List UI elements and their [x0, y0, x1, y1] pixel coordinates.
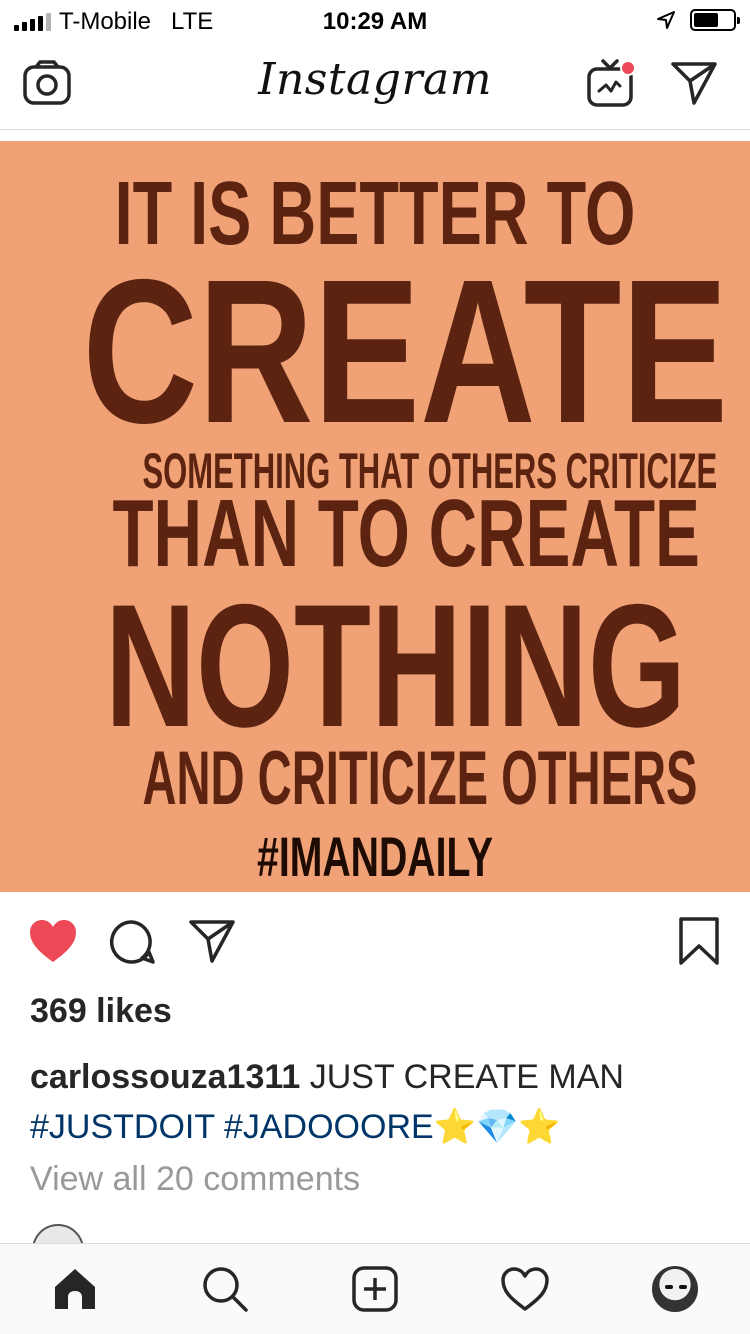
- bottom-tab-bar: [0, 1243, 750, 1334]
- profile-avatar: [652, 1266, 698, 1312]
- hashtag-link[interactable]: #JADOOORE: [224, 1108, 434, 1146]
- status-right: [656, 9, 740, 31]
- instagram-logo: Instagram: [258, 54, 492, 105]
- tab-activity[interactable]: [500, 1264, 550, 1314]
- location-arrow-icon: [657, 11, 675, 29]
- activity-heart-icon: [501, 1267, 549, 1311]
- post-actions: [0, 912, 750, 972]
- quote-line: THAN TO CREATE: [112, 480, 700, 587]
- tab-profile[interactable]: [650, 1264, 700, 1314]
- hashtag-link[interactable]: #JUSTDOIT: [30, 1108, 215, 1146]
- share-icon[interactable]: [188, 918, 236, 964]
- gem-emoji: 💎: [476, 1107, 519, 1147]
- caption-username[interactable]: carlossouza1311: [30, 1058, 300, 1096]
- quote-line: NOTHING: [105, 569, 686, 764]
- tab-new-post[interactable]: [350, 1264, 400, 1314]
- quote-hashtag: #IMANDAILY: [257, 825, 493, 888]
- post-caption: carlossouza1311 JUST CREATE MAN #JUSTDOI…: [30, 1052, 730, 1152]
- quote-line: AND CRITICIZE OTHERS: [142, 736, 698, 821]
- star-emoji: ⭐: [433, 1107, 477, 1147]
- status-time: 10:29 AM: [322, 8, 428, 35]
- post-image[interactable]: IT IS BETTER TO CREATE SOMETHING THAT OT…: [0, 141, 750, 892]
- battery-icon: [690, 9, 740, 31]
- view-all-comments-link[interactable]: View all 20 comments: [30, 1160, 360, 1199]
- comment-icon[interactable]: [108, 918, 156, 966]
- direct-message-icon[interactable]: [670, 60, 718, 106]
- caption-text: JUST CREATE MAN: [309, 1058, 624, 1096]
- tab-home[interactable]: [50, 1264, 100, 1314]
- app-header: Instagram: [0, 40, 750, 130]
- likes-count[interactable]: 369 likes: [30, 992, 172, 1031]
- heart-icon[interactable]: [28, 918, 78, 964]
- star-emoji: ⭐: [518, 1107, 561, 1147]
- status-bar: T-Mobile LTE 10:29 AM: [0, 0, 750, 40]
- search-icon: [203, 1267, 248, 1312]
- quote-line: CREATE: [82, 237, 729, 466]
- new-post-icon: [352, 1266, 398, 1312]
- bookmark-icon[interactable]: [678, 916, 720, 966]
- home-icon: [55, 1269, 95, 1309]
- tab-search[interactable]: [200, 1264, 250, 1314]
- notification-dot: [620, 60, 636, 76]
